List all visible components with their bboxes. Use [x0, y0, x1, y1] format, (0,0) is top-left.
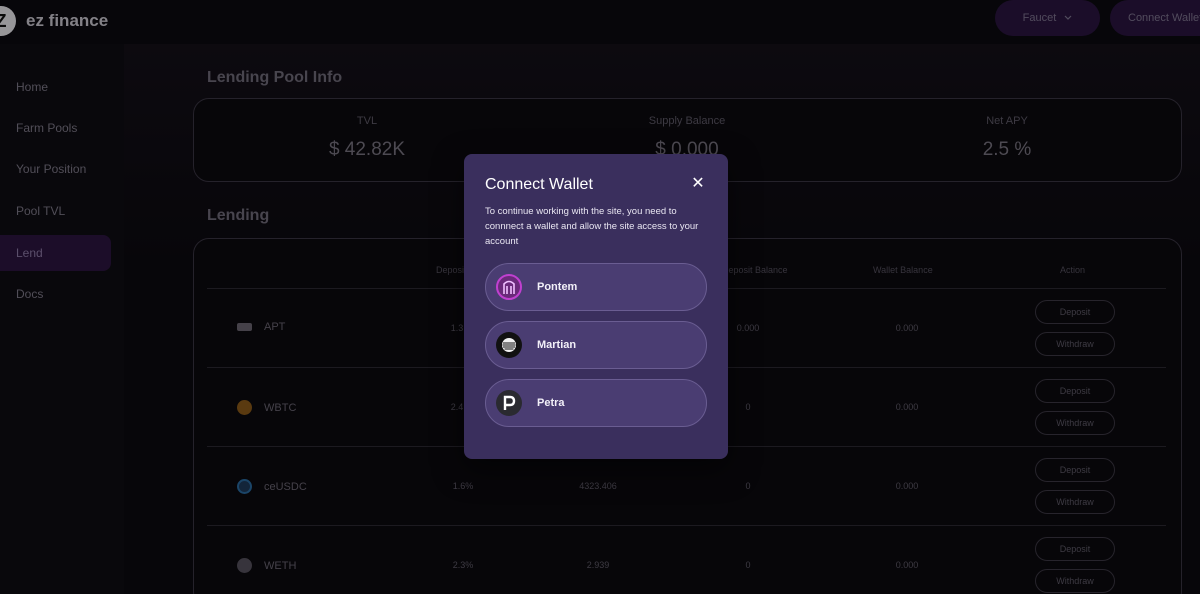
petra-icon [496, 390, 522, 416]
wallet-name: Petra [537, 397, 565, 409]
wallet-name: Pontem [537, 281, 578, 293]
wallet-option-pontem[interactable]: Pontem [485, 263, 707, 311]
wallet-option-martian[interactable]: Martian [485, 321, 707, 369]
wallet-option-petra[interactable]: Petra [485, 379, 707, 427]
modal-description: To continue working with the site, you n… [485, 206, 699, 247]
martian-icon [496, 332, 522, 358]
modal-title: Connect Wallet [485, 176, 593, 193]
connect-wallet-modal: Connect Wallet ✕ To continue working wit… [464, 154, 728, 459]
pontem-icon [496, 274, 522, 300]
wallet-name: Martian [537, 339, 577, 351]
close-icon[interactable]: ✕ [690, 176, 706, 192]
